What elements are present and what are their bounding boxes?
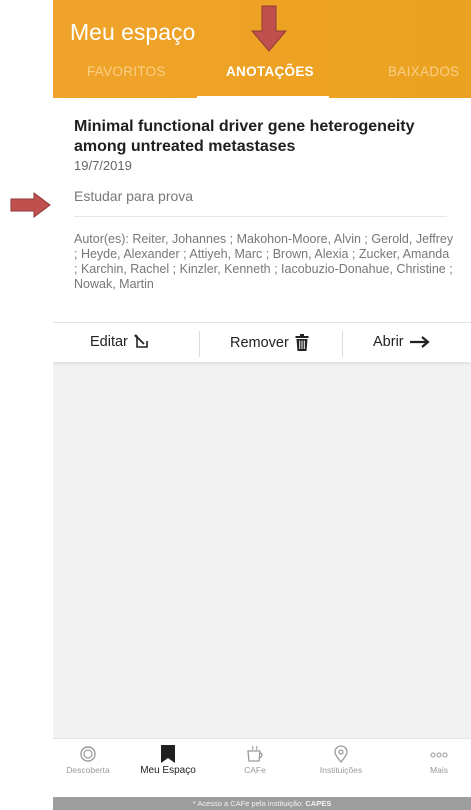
card-actions: Editar Remover Abrir [53,322,471,362]
nav-label: Descoberta [66,765,110,775]
annotation-arrow-right [10,192,51,218]
annotation-text: Estudar para prova [74,188,194,204]
remove-label: Remover [230,334,289,351]
open-label: Abrir [373,334,404,350]
trash-icon [295,334,309,351]
institution-footer: * Acesso a CAFe pela instituição: CAPES [53,797,471,810]
more-icon [430,752,448,758]
nav-label: Mais [430,765,448,775]
arrow-right-icon [409,336,430,348]
tab-baixados[interactable]: BAIXADOS [388,64,459,79]
bottom-navigation: Descoberta Meu Espaço CAFe Instituições [53,738,471,797]
article-title[interactable]: Minimal functional driver gene heterogen… [74,117,454,157]
page-title: Meu espaço [70,19,196,45]
annotation-card: Minimal functional driver gene heterogen… [53,98,471,362]
edit-icon [134,334,148,348]
app-screen: Meu espaço FAVORITOS ANOTAÇÕES BAIXADOS … [53,0,471,810]
nav-label: Meu Espaço [140,765,196,776]
nav-label: Instituições [319,765,363,775]
remove-button[interactable]: Remover [230,334,309,351]
footer-text: * Acesso a CAFe pela instituição: [192,799,304,808]
divider [74,216,447,217]
location-pin-icon [334,745,348,763]
edit-label: Editar [90,334,128,350]
edit-button[interactable]: Editar [90,334,150,350]
open-button[interactable]: Abrir [373,334,430,350]
annotation-date: 19/7/2019 [74,158,132,173]
nav-descoberta[interactable]: Descoberta [53,743,128,775]
tab-anotacoes[interactable]: ANOTAÇÕES [226,64,314,79]
cafe-icon [247,745,263,762]
action-separator [342,331,343,357]
tab-bar: FAVORITOS ANOTAÇÕES BAIXADOS [53,56,471,99]
bookmark-icon [161,745,175,763]
nav-instituicoes[interactable]: Instituições [301,743,381,775]
action-separator [199,331,200,357]
nav-meu-espaco[interactable]: Meu Espaço [128,743,208,776]
discovery-icon [80,746,96,762]
nav-label: CAFe [244,765,266,775]
tab-favoritos[interactable]: FAVORITOS [87,64,166,79]
annotation-arrow-down [250,5,288,52]
article-authors: Autor(es): Reiter, Johannes ; Makohon-Mo… [74,232,454,291]
nav-cafe[interactable]: CAFe [215,743,295,775]
nav-mais[interactable]: Mais [399,743,471,775]
footer-institution: CAPES [305,799,332,808]
